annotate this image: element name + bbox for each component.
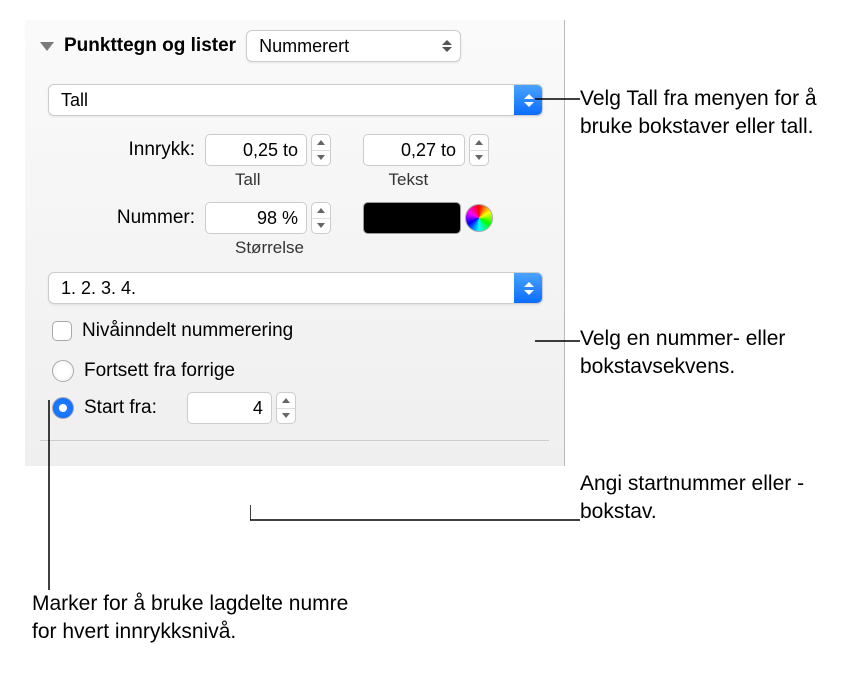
- indent-text-sublabel: Tekst: [389, 170, 429, 190]
- number-sublabels: Størrelse: [40, 238, 549, 258]
- list-style-dropdown[interactable]: Nummerert: [246, 30, 461, 62]
- chevron-updown-icon: [514, 85, 542, 115]
- indent-number-stepper[interactable]: [311, 134, 331, 166]
- continue-radio[interactable]: [52, 360, 74, 382]
- chevron-updown-icon: [432, 31, 460, 61]
- start-from-radio[interactable]: [52, 397, 74, 419]
- number-format-value: Tall: [49, 90, 514, 111]
- tiered-numbering-row: Nivåinndelt nummerering: [40, 320, 549, 342]
- divider: [40, 440, 549, 441]
- stepper-down-icon[interactable]: [277, 409, 295, 424]
- indent-text-input[interactable]: [363, 134, 465, 166]
- stepper-up-icon[interactable]: [470, 135, 488, 151]
- sequence-value: 1. 2. 3. 4.: [49, 278, 514, 299]
- indent-sublabels: Tall Tekst: [40, 170, 549, 190]
- indent-row: Innrykk:: [40, 134, 549, 166]
- indent-number-input[interactable]: [205, 134, 307, 166]
- number-size-sublabel: Størrelse: [235, 238, 304, 258]
- list-style-value: Nummerert: [247, 36, 432, 57]
- stepper-up-icon[interactable]: [277, 393, 295, 409]
- number-label: Nummer:: [80, 207, 195, 229]
- stepper-up-icon[interactable]: [312, 135, 330, 151]
- color-swatch[interactable]: [363, 202, 461, 234]
- start-from-label: Start fra:: [84, 397, 157, 419]
- start-from-stepper[interactable]: [276, 392, 296, 424]
- indent-number-sublabel: Tall: [235, 170, 261, 190]
- continue-radio-row: Fortsett fra forrige: [40, 360, 549, 382]
- tiered-numbering-label: Nivåinndelt nummerering: [82, 320, 293, 342]
- callout-start: Angi startnummer eller -bokstav.: [580, 470, 850, 527]
- callout-sequence: Velg en nummer- eller bokstavsekvens.: [580, 325, 840, 382]
- stepper-up-icon[interactable]: [312, 203, 330, 219]
- disclosure-triangle-icon[interactable]: [40, 42, 54, 51]
- sequence-dropdown[interactable]: 1. 2. 3. 4.: [48, 272, 543, 304]
- stepper-down-icon[interactable]: [312, 151, 330, 166]
- number-format-dropdown[interactable]: Tall: [48, 84, 543, 116]
- start-from-group: [187, 392, 296, 424]
- start-from-radio-row: Start fra:: [40, 392, 549, 424]
- number-row: Nummer:: [40, 202, 549, 234]
- stepper-down-icon[interactable]: [470, 151, 488, 166]
- section-title: Punkttegn og lister: [64, 35, 236, 57]
- number-size-stepper[interactable]: [311, 202, 331, 234]
- callout-tiered: Marker for å bruke lagdelte numre for hv…: [32, 590, 352, 647]
- indent-text-stepper[interactable]: [469, 134, 489, 166]
- indent-label: Innrykk:: [80, 139, 195, 161]
- start-from-input[interactable]: [187, 392, 272, 424]
- continue-label: Fortsett fra forrige: [84, 360, 235, 382]
- stepper-down-icon[interactable]: [312, 219, 330, 234]
- indent-number-group: [205, 134, 331, 166]
- leader-line: [250, 505, 580, 535]
- number-size-input[interactable]: [205, 202, 307, 234]
- callout-format: Velg Tall fra menyen for å bruke bokstav…: [580, 85, 840, 142]
- indent-text-group: [363, 134, 489, 166]
- section-header: Punkttegn og lister Nummerert: [40, 30, 549, 62]
- tiered-numbering-checkbox[interactable]: [52, 321, 72, 341]
- number-size-group: [205, 202, 331, 234]
- color-wheel-icon[interactable]: [465, 204, 493, 232]
- bullets-lists-panel: Punkttegn og lister Nummerert Tall Innry…: [25, 20, 565, 466]
- chevron-updown-icon: [514, 273, 542, 303]
